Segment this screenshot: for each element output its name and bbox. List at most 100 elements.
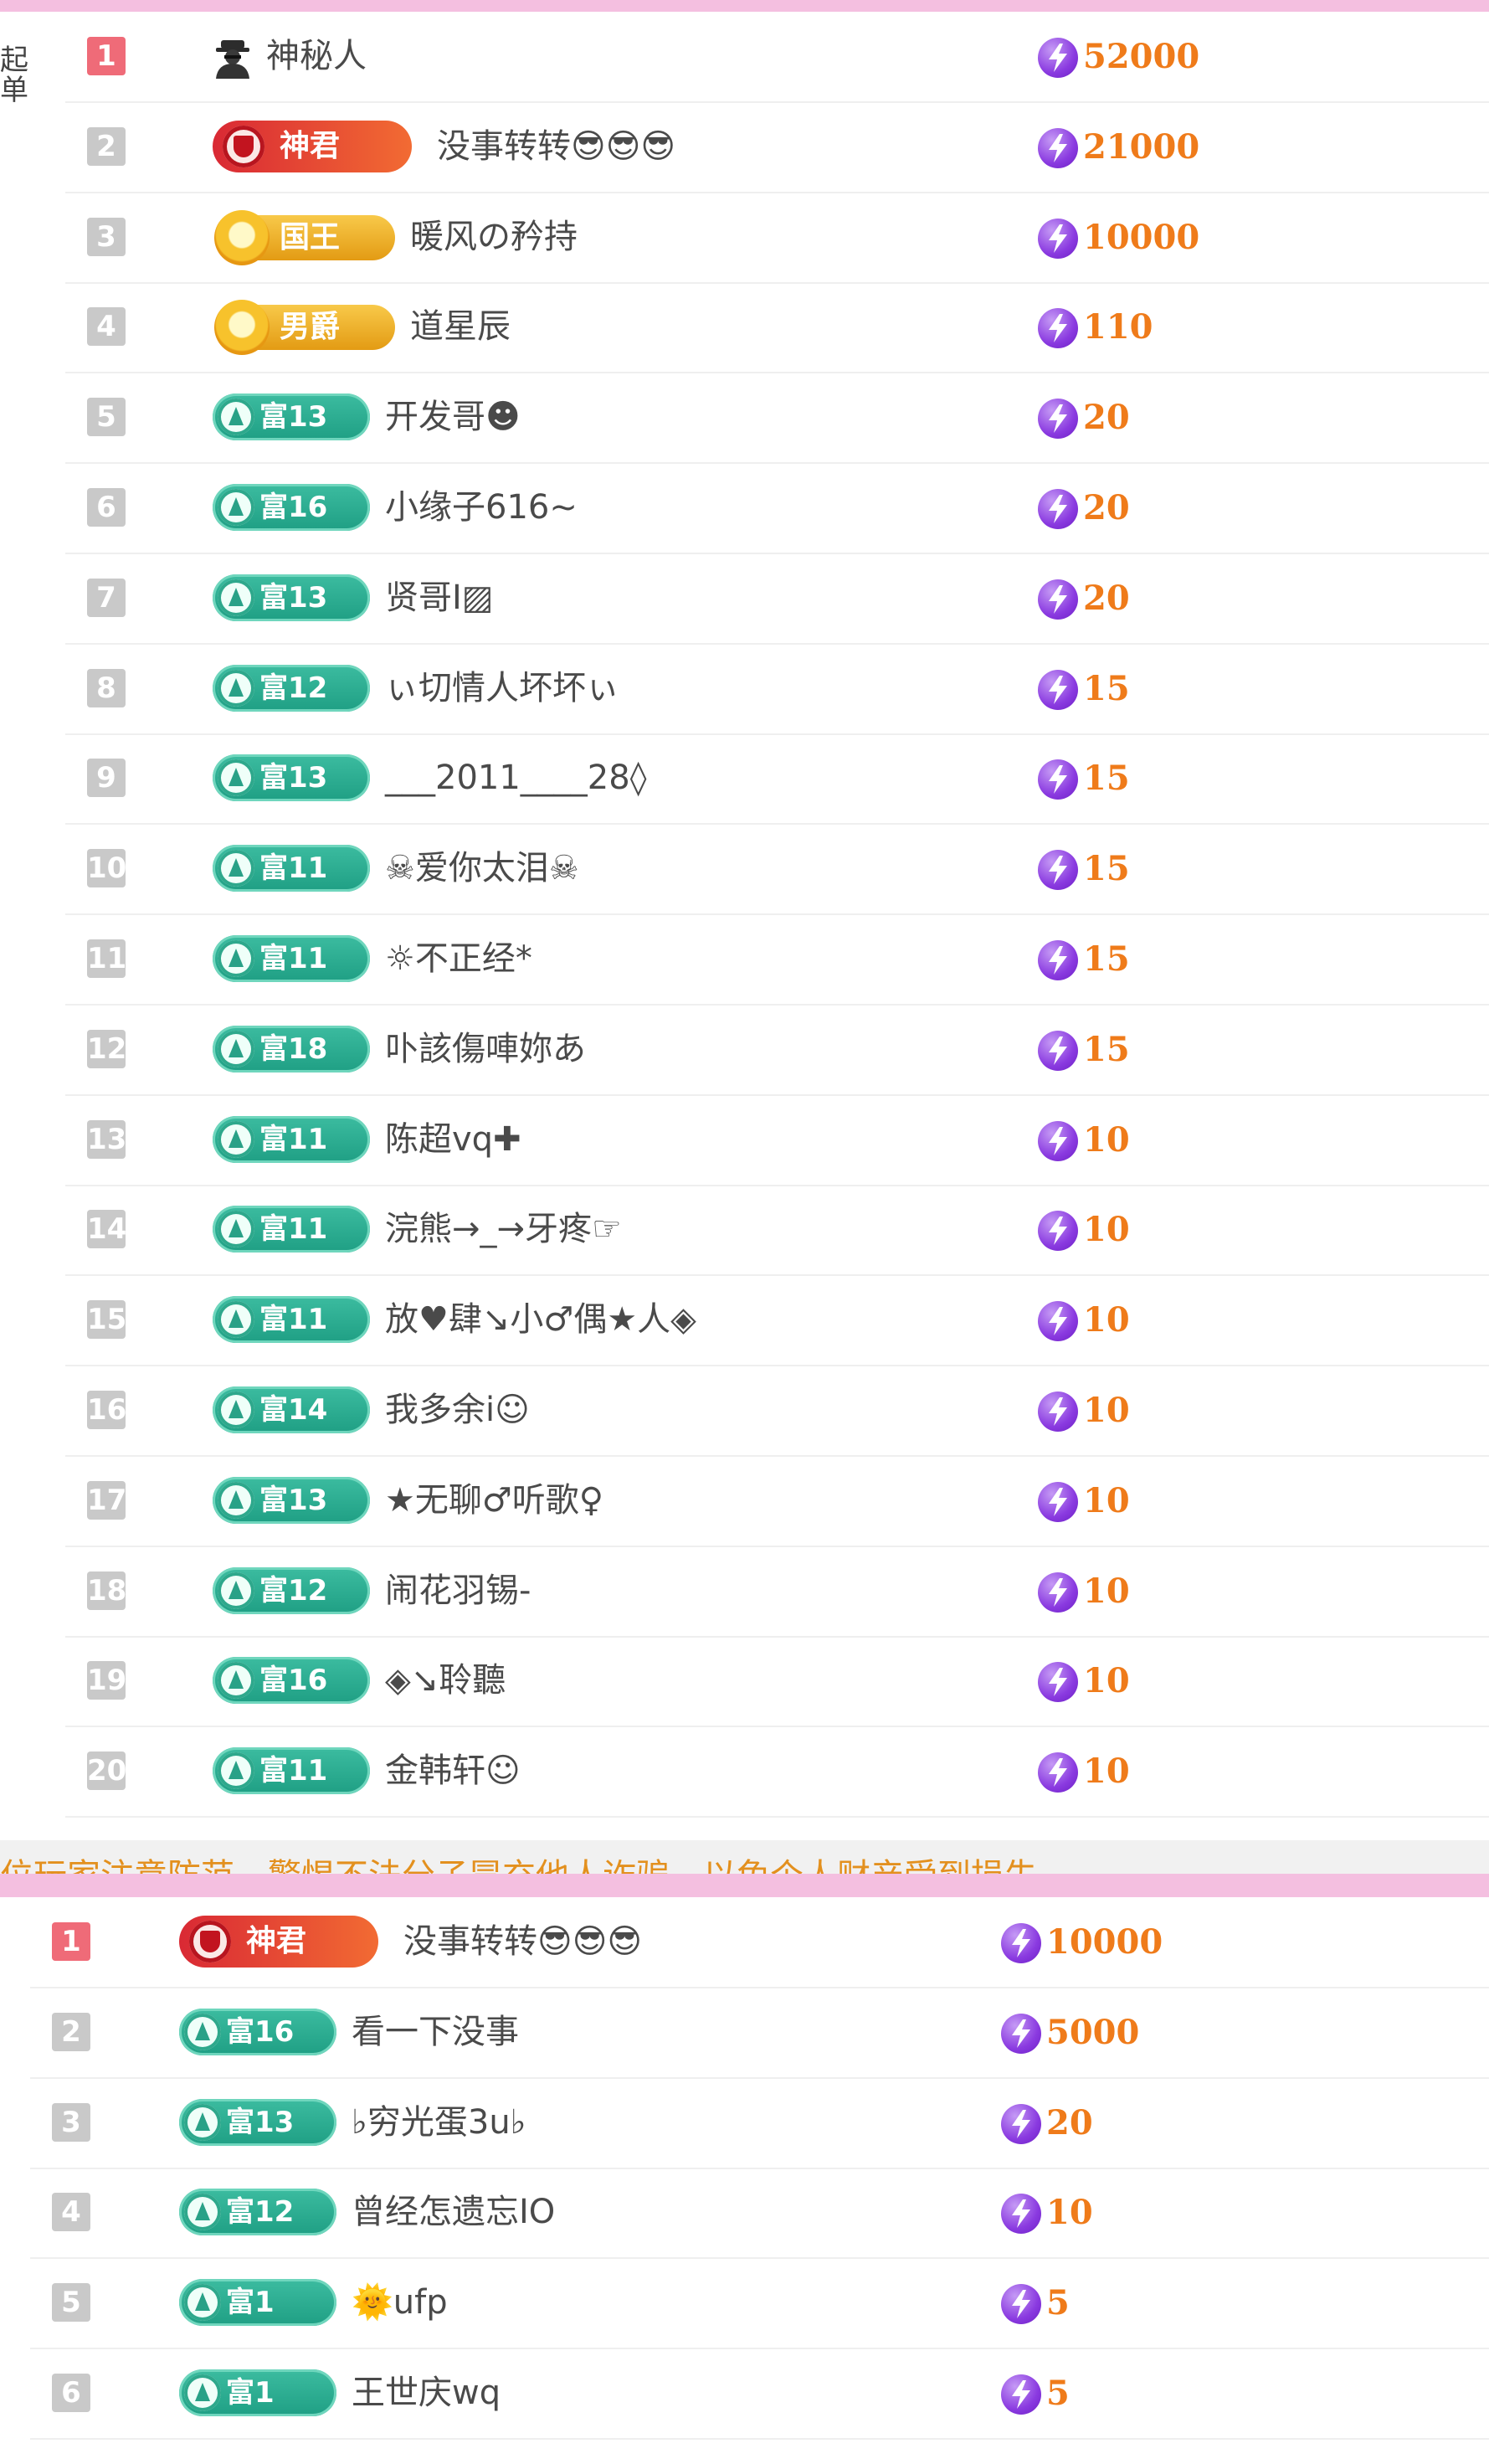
side-label: 起单 (0, 44, 28, 107)
badge-label: 富11 (259, 1122, 328, 1156)
table-row[interactable]: 12 富18 卟該傷唓妳あ 15 (65, 1005, 1489, 1096)
table-row[interactable]: 6 富1 王世庆wq 5 (30, 2348, 1489, 2440)
badge-label: 富13 (259, 1483, 328, 1517)
lightning-icon (1001, 1923, 1041, 1963)
water-drop-icon (218, 1662, 254, 1700)
user-nickname[interactable]: 神秘人 (266, 12, 367, 101)
table-row[interactable]: 16 富14 我多余i☺ 10 (65, 1366, 1489, 1457)
table-row[interactable]: 4 男爵 道星辰 110 (65, 282, 1489, 374)
rank-number: 20 (87, 1752, 126, 1791)
table-row[interactable]: 14 富11 浣熊→_→牙疼☞ 10 (65, 1185, 1489, 1277)
lightning-icon (1038, 399, 1078, 440)
user-nickname[interactable]: 贤哥I▨ (385, 553, 494, 643)
contribution-score: 10 (1083, 1300, 1130, 1340)
mystery-user-icon (213, 37, 253, 79)
contribution-score: 15 (1083, 1029, 1130, 1069)
safety-notice: 位玩家注意防范，警惕不法分子冒充他人诈骗，以免个人财产受到损失 (0, 1840, 1489, 1874)
user-nickname[interactable]: 🌞ufp (352, 2258, 448, 2348)
contribution-score: 20 (1083, 488, 1130, 527)
user-nickname[interactable]: 闹花羽锡- (385, 1546, 531, 1636)
water-drop-icon (218, 399, 254, 436)
water-drop-icon (218, 669, 254, 707)
table-row[interactable]: 1 神君 没事转转😎😎😎 10000 (30, 1897, 1489, 1988)
user-nickname[interactable]: 我多余i☺ (385, 1366, 530, 1455)
table-row[interactable]: 2 富16 看一下没事 5000 (30, 1988, 1489, 2079)
wealth-level-badge: 富13 (213, 1476, 370, 1524)
user-nickname[interactable]: 陈超vq✚ (385, 1095, 521, 1185)
table-row[interactable]: 6 富16 小缘子616~ 20 (65, 463, 1489, 554)
table-row[interactable]: 10 富11 ☠爱你太泪☠ 15 (65, 824, 1489, 916)
lightning-icon (1001, 2013, 1041, 2054)
table-row[interactable]: 5 富1 🌞ufp 5 (30, 2258, 1489, 2350)
user-nickname[interactable]: 开发哥☻ (385, 373, 521, 462)
table-row[interactable]: 11 富11 ☼不正经* 15 (65, 914, 1489, 1006)
table-row[interactable]: 18 富12 闹花羽锡- 10 (65, 1546, 1489, 1638)
table-row[interactable]: 7 富13 贤哥I▨ 20 (65, 553, 1489, 645)
rank-number: 6 (52, 2374, 90, 2412)
user-nickname[interactable]: 暖风の矜持 (410, 193, 578, 282)
table-row[interactable]: 15 富11 放♥肆↘小♂偶★人◈ 10 (65, 1275, 1489, 1367)
badge-label: 神君 (280, 128, 341, 163)
badge-label: 富11 (259, 1303, 328, 1337)
table-row[interactable]: 13 富11 陈超vq✚ 10 (65, 1095, 1489, 1186)
water-drop-icon (218, 579, 254, 616)
contribution-score: 10 (1083, 1119, 1130, 1160)
lightning-icon (1038, 1120, 1078, 1161)
user-nickname[interactable]: 曾经怎遗忘IO (352, 2168, 555, 2257)
table-row[interactable]: 2 神君 没事转转😎😎😎 21000 (65, 102, 1489, 193)
user-nickname[interactable]: ◈↘聆聽 (385, 1636, 506, 1726)
table-row[interactable]: 19 富16 ◈↘聆聽 10 (65, 1636, 1489, 1728)
user-nickname[interactable]: 王世庆wq (352, 2348, 501, 2438)
table-row[interactable]: 8 富12 ぃ切情人坏坏ぃ 15 (65, 644, 1489, 735)
water-drop-icon (184, 2374, 221, 2411)
rank-number: 13 (87, 1119, 126, 1159)
rank-number: 8 (87, 668, 126, 707)
wealth-level-badge: 富12 (213, 1566, 370, 1614)
wealth-level-badge: 富13 (213, 574, 370, 621)
contribution-score: 10 (1083, 1571, 1130, 1611)
lightning-icon (1038, 1752, 1078, 1793)
table-row[interactable]: 20 富11 金韩轩☺ 10 (65, 1726, 1489, 1818)
badge-label: 富16 (226, 2014, 295, 2049)
leaderboard-panel-2: 1 神君 没事转转😎😎😎 10000 2 富16 看一下没事 5000 3 富13 ♭穷光蛋3u♭ 2… (0, 1897, 1489, 2464)
wealth-level-badge: 富12 (213, 664, 370, 712)
table-row[interactable]: 3 国王 暖风の矜持 10000 (65, 193, 1489, 284)
rank-number: 4 (52, 2193, 90, 2232)
contribution-score: 20 (1083, 578, 1130, 618)
user-nickname[interactable]: 金韩轩☺ (385, 1726, 521, 1816)
user-nickname[interactable]: 没事转转😎😎😎 (403, 1897, 642, 1987)
table-row[interactable]: 5 富13 开发哥☻ 20 (65, 373, 1489, 465)
user-nickname[interactable]: 浣熊→_→牙疼☞ (385, 1185, 622, 1274)
contribution-score: 10 (1083, 1752, 1130, 1792)
user-nickname[interactable]: 道星辰 (410, 282, 511, 372)
badge-label: 富12 (259, 1573, 328, 1608)
user-nickname[interactable]: ___2011____28◊ (385, 733, 646, 823)
wealth-level-badge: 富18 (213, 1025, 370, 1073)
user-nickname[interactable]: ぃ切情人坏坏ぃ (385, 644, 619, 733)
table-row[interactable]: 3 富13 ♭穷光蛋3u♭ 20 (30, 2078, 1489, 2169)
user-nickname[interactable]: 卟該傷唓妳あ (385, 1005, 586, 1094)
rank-number: 6 (87, 488, 126, 527)
table-row[interactable]: 9 富13 ___2011____28◊ 15 (65, 733, 1489, 826)
rank-number: 5 (52, 2283, 90, 2323)
lightning-icon (1001, 2194, 1041, 2235)
user-nickname[interactable]: ♭穷光蛋3u♭ (352, 2078, 526, 2168)
user-nickname[interactable]: 放♥肆↘小♂偶★人◈ (385, 1275, 696, 1365)
table-row[interactable]: 17 富13 ★无聊♂听歌♀ 10 (65, 1456, 1489, 1547)
user-nickname[interactable]: ★无聊♂听歌♀ (385, 1456, 603, 1546)
user-nickname[interactable]: 小缘子616~ (385, 463, 578, 553)
table-row[interactable]: 4 富12 曾经怎遗忘IO 10 (30, 2168, 1489, 2260)
badge-label: 富11 (259, 851, 328, 886)
user-nickname[interactable]: 没事转转😎😎😎 (437, 102, 675, 192)
wealth-level-badge: 富13 (213, 754, 370, 802)
contribution-score: 21000 (1083, 126, 1200, 167)
wealth-level-badge: 富11 (213, 935, 370, 982)
user-nickname[interactable]: ☼不正经* (385, 914, 532, 1004)
badge-label: 富18 (259, 1031, 328, 1066)
contribution-score: 20 (1046, 2102, 1093, 2142)
rank-number: 15 (87, 1300, 126, 1340)
user-nickname[interactable]: 看一下没事 (352, 1988, 519, 2077)
rank-number: 17 (87, 1480, 126, 1520)
user-nickname[interactable]: ☠爱你太泪☠ (385, 824, 579, 913)
table-row[interactable]: 1 神秘人 52000 (65, 12, 1489, 103)
